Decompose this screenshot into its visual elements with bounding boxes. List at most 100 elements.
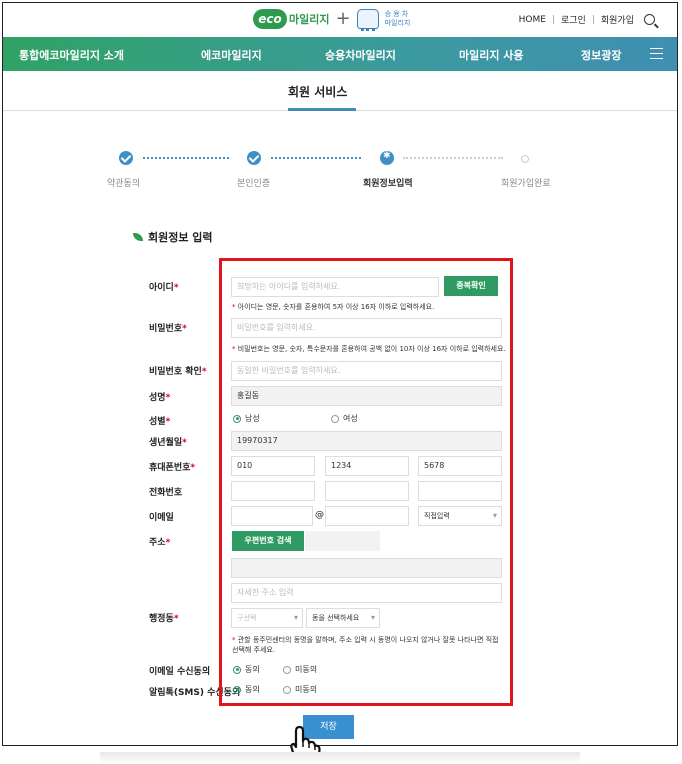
car-logo-line2: 마일리지 <box>384 18 411 27</box>
home-link[interactable]: HOME <box>519 15 546 25</box>
eco-badge: eco <box>253 8 287 29</box>
birth-label-text: 생년월일 <box>149 438 183 448</box>
required-mark: * <box>182 438 187 448</box>
email-at-sign: @ <box>315 510 324 520</box>
gender-male-radio[interactable]: 남성 <box>233 413 260 424</box>
car-logo-line1: 승 용 차 <box>384 9 409 18</box>
name-input: 홍길동 <box>231 386 502 406</box>
step-connector <box>271 157 361 159</box>
id-label-text: 아이디 <box>149 283 174 293</box>
eco-logo-text: 마일리지 <box>289 12 330 26</box>
mobile-input-3[interactable]: 5678 <box>418 456 502 476</box>
radio-unselected-icon <box>283 685 291 694</box>
name-label: 성명* <box>149 390 170 403</box>
email-consent-disagree-radio[interactable]: 미동의 <box>283 664 317 675</box>
eco-mileage-logo: eco 마일리지 <box>253 8 330 29</box>
page-title-area: 회원 서비스 <box>3 71 677 111</box>
mobile-input-1[interactable]: 010 <box>231 456 315 476</box>
leaf-icon <box>133 233 143 241</box>
link-separator: | <box>591 14 595 25</box>
address-detail-input[interactable]: 자세한 주소 입력 <box>231 583 502 603</box>
gender-male-label: 남성 <box>245 414 260 423</box>
district-label-text: 행정동 <box>149 614 174 624</box>
phone-label: 전화번호 <box>149 488 183 498</box>
email-consent-label: 이메일 수신동의 <box>149 667 211 677</box>
id-label: 아이디* <box>149 280 179 293</box>
search-icon[interactable] <box>644 14 655 25</box>
login-link[interactable]: 로그인 <box>561 13 586 26</box>
section-title: 회원정보 입력 <box>133 229 213 245</box>
address-label-text: 주소 <box>149 538 166 548</box>
email-domain-input[interactable] <box>325 506 409 526</box>
district-hint: * 관할 동주민센터의 동명을 말하며, 주소 입력 시 동명이 나오지 않거나… <box>232 635 504 655</box>
signup-link[interactable]: 회원가입 <box>601 13 634 26</box>
gender-female-radio[interactable]: 여성 <box>331 413 358 424</box>
logo-plus: + <box>335 8 351 29</box>
nav-item-eco-mileage[interactable]: 에코마일리지 <box>201 47 262 63</box>
mobile-label: 휴대폰번호* <box>149 460 195 473</box>
birth-label: 생년월일* <box>149 435 187 448</box>
birth-input: 19970317 <box>231 431 502 451</box>
sms-consent-disagree-radio[interactable]: 미동의 <box>283 684 317 695</box>
step-todo-icon <box>521 155 529 163</box>
nav-item-mileage-use[interactable]: 마일리지 사용 <box>459 47 524 63</box>
name-label-text: 성명 <box>149 393 166 403</box>
link-separator: | <box>551 14 555 25</box>
email-consent-agree-radio[interactable]: 동의 <box>233 664 260 675</box>
main-nav: 통합에코마일리지 소개 에코마일리지 승용차마일리지 마일리지 사용 정보광장 <box>3 37 677 71</box>
district-gu-select[interactable]: 구선택 <box>231 608 303 628</box>
password-hint: * 비밀번호는 영문, 숫자, 특수문자를 혼용하여 공백 없이 10자 이상 … <box>232 344 507 354</box>
step-connector <box>143 157 229 159</box>
radio-selected-icon <box>233 414 241 423</box>
required-mark: * <box>182 324 187 334</box>
top-links: HOME | 로그인 | 회원가입 <box>519 13 655 26</box>
hamburger-menu-icon[interactable] <box>650 48 663 59</box>
phone-input-2[interactable] <box>325 481 409 501</box>
required-mark: * <box>165 417 171 427</box>
gender-label-text: 성별 <box>149 417 166 427</box>
email-id-input[interactable] <box>231 506 313 526</box>
radio-unselected-icon <box>331 414 339 423</box>
step-label-terms: 약관동의 <box>107 179 141 189</box>
hint-star: * <box>232 636 236 644</box>
district-label: 행정동* <box>149 611 179 624</box>
title-underline <box>288 108 356 111</box>
email-consent-agree-label: 동의 <box>245 665 260 674</box>
id-input[interactable]: 희망하는 아이디를 입력하세요. <box>231 277 439 297</box>
top-bar: eco 마일리지 + 승 용 차 마일리지 HOME | 로그인 | 회원가입 <box>3 3 677 37</box>
gender-female-label: 여성 <box>343 414 358 423</box>
car-icon <box>356 8 379 31</box>
zipcode-input <box>305 531 380 551</box>
phone-input-3[interactable] <box>418 481 502 501</box>
car-mileage-logo-text: 승 용 차 마일리지 <box>385 10 411 28</box>
password-confirm-input[interactable]: 동일한 비밀번호를 입력하세요. <box>231 361 502 381</box>
nav-item-car-mileage[interactable]: 승용차마일리지 <box>325 47 396 63</box>
email-domain-select[interactable]: 직접입력 <box>418 506 502 526</box>
radio-unselected-icon <box>283 665 291 674</box>
bottom-shadow <box>100 752 580 764</box>
gender-label: 성별* <box>149 414 170 427</box>
hint-star: * <box>232 303 236 311</box>
sms-consent-agree-radio[interactable]: 동의 <box>233 684 260 695</box>
district-hint-text: 관할 동주민센터의 동명을 말하며, 주소 입력 시 동명이 나오지 않거나 잘… <box>232 636 499 654</box>
email-label: 이메일 <box>149 513 174 523</box>
radio-selected-icon <box>233 665 241 674</box>
password-hint-text: 비밀번호는 영문, 숫자, 특수문자를 혼용하여 공백 없이 10자 이상 16… <box>237 345 506 353</box>
password-input[interactable]: 비밀번호를 입력하세요. <box>231 318 502 338</box>
duplicate-check-button[interactable]: 중복확인 <box>444 276 498 296</box>
required-mark: * <box>165 538 171 548</box>
password-confirm-label: 비밀번호 확인* <box>149 364 207 377</box>
site-logo[interactable]: eco 마일리지 + 승 용 차 마일리지 <box>253 8 411 31</box>
zipcode-search-button[interactable]: 우편번호 검색 <box>232 531 304 551</box>
step-check-icon <box>247 151 261 165</box>
page-frame: eco 마일리지 + 승 용 차 마일리지 HOME | 로그인 | 회원가입 … <box>2 2 678 746</box>
phone-input-1[interactable] <box>231 481 315 501</box>
address-label: 주소* <box>149 535 170 548</box>
nav-item-integrated-intro[interactable]: 통합에코마일리지 소개 <box>19 47 124 63</box>
password-label: 비밀번호* <box>149 321 187 334</box>
step-label-complete: 회원가입완료 <box>501 179 551 189</box>
nav-item-info[interactable]: 정보광장 <box>581 47 621 63</box>
mobile-input-2[interactable]: 1234 <box>325 456 409 476</box>
password-confirm-label-text: 비밀번호 확인 <box>149 367 202 377</box>
district-dong-select[interactable]: 동을 선택하세요 <box>306 608 380 628</box>
